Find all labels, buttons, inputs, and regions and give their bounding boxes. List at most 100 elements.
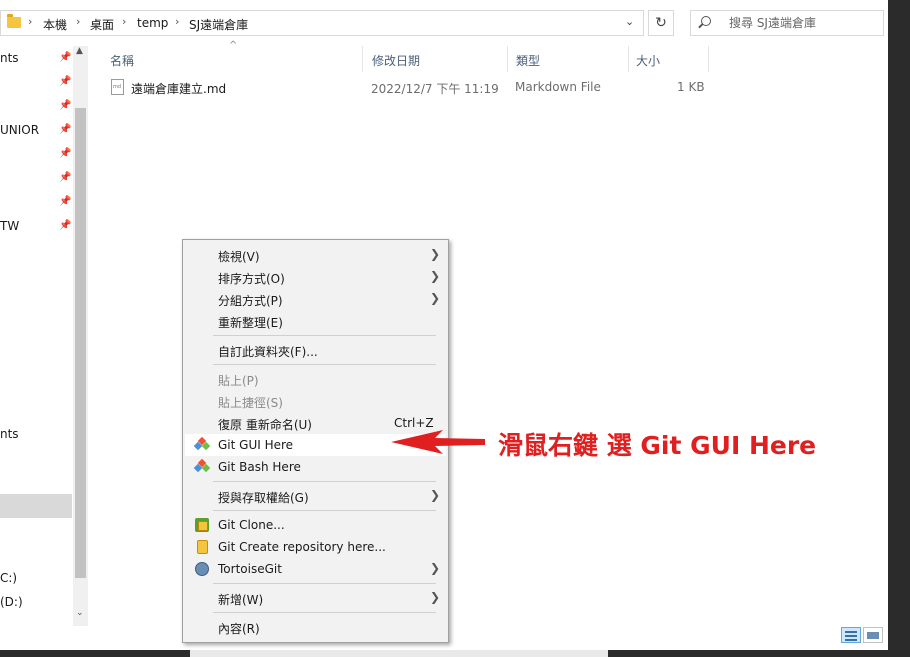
column-header-size[interactable]: 大小 (636, 46, 660, 72)
chevron-right-icon: ❯ (430, 561, 441, 575)
file-size: 1 KB (677, 80, 705, 94)
markdown-file-icon (111, 79, 124, 95)
chevron-right-icon[interactable]: › (122, 15, 126, 28)
menu-item-label: 分組方式(P) (218, 294, 283, 308)
menu-item-git-clone[interactable]: Git Clone... (185, 514, 446, 536)
menu-item-refresh[interactable]: 重新整理(E) (185, 310, 446, 332)
column-divider[interactable] (708, 46, 709, 72)
breadcrumb-temp[interactable]: temp (137, 16, 168, 30)
git-bash-icon (193, 458, 211, 474)
pin-icon: 📌 (59, 124, 72, 135)
menu-item-label: 排序方式(O) (218, 272, 285, 286)
file-name: 遠端倉庫建立.md (131, 82, 227, 96)
menu-item-label: 內容(R) (218, 622, 260, 636)
pin-icon: 📌 (59, 100, 72, 111)
git-create-repo-icon (197, 540, 208, 554)
breadcrumb-this-pc[interactable]: 本機 (43, 16, 67, 33)
annotation-arrow-icon (391, 430, 485, 454)
menu-separator (213, 583, 436, 584)
scroll-up-icon[interactable]: ▲ (76, 46, 83, 56)
menu-item-label: 自訂此資料夾(F)... (218, 345, 318, 359)
pin-icon: 📌 (59, 172, 72, 183)
nav-item-drive-c[interactable]: C:) (0, 571, 17, 585)
pin-icon: 📌 (59, 148, 72, 159)
nav-item-selected[interactable] (0, 494, 72, 518)
breadcrumb-desktop[interactable]: 桌面 (90, 16, 114, 33)
sort-ascending-icon: ^ (229, 40, 238, 51)
menu-item-git-create-repository[interactable]: Git Create repository here... (185, 536, 446, 558)
large-icons-view-button[interactable] (863, 627, 883, 643)
menu-separator (213, 481, 436, 482)
menu-item-paste-shortcut[interactable]: 貼上捷徑(S) (185, 390, 446, 412)
menu-item-paste[interactable]: 貼上(P) (185, 368, 446, 390)
menu-item-view[interactable]: 檢視(V) ❯ (185, 244, 446, 266)
pin-icon: 📌 (59, 220, 72, 231)
window-edge (190, 650, 608, 657)
menu-item-customize-folder[interactable]: 自訂此資料夾(F)... (185, 339, 446, 361)
column-header-type[interactable]: 類型 (516, 46, 540, 72)
pin-icon: 📌 (59, 76, 72, 87)
nav-item[interactable]: nts (0, 51, 19, 65)
file-type: Markdown File (515, 80, 601, 94)
pin-icon: 📌 (59, 196, 72, 207)
breadcrumb-current-folder[interactable]: SJ遠端倉庫 (189, 16, 248, 33)
file-row[interactable]: 遠端倉庫建立.md 2022/12/7 下午 11:19 Markdown Fi… (100, 76, 710, 98)
details-view-button[interactable] (841, 627, 861, 643)
folder-icon (7, 14, 21, 28)
address-bar[interactable]: › 本機 › 桌面 › temp › SJ遠端倉庫 ⌄ (0, 10, 644, 36)
chevron-down-icon[interactable]: ⌄ (625, 15, 634, 28)
nav-item[interactable]: UNIOR (0, 123, 39, 137)
scroll-down-icon[interactable]: ⌄ (76, 608, 84, 618)
chevron-right-icon[interactable]: › (76, 15, 80, 28)
annotation-text: 滑鼠右鍵 選 Git GUI Here (498, 431, 817, 460)
menu-separator (213, 612, 436, 613)
menu-item-label: 復原 重新命名(U) (218, 418, 312, 432)
column-divider[interactable] (507, 46, 508, 72)
navigation-pane: nts 📌 📌 📌 UNIOR 📌 📌 📌 📌 TW 📌 nts C:) (D:… (0, 46, 90, 626)
menu-separator (213, 364, 436, 365)
address-row: › 本機 › 桌面 › temp › SJ遠端倉庫 ⌄ ↻ (0, 0, 888, 46)
refresh-button[interactable]: ↻ (648, 10, 674, 36)
search-icon (701, 16, 711, 26)
chevron-right-icon[interactable]: › (175, 15, 179, 28)
menu-item-label: 授與存取權給(G) (218, 491, 309, 505)
git-clone-icon (195, 518, 209, 532)
menu-item-label: 重新整理(E) (218, 316, 283, 330)
file-modified: 2022/12/7 下午 11:19 (371, 82, 499, 96)
menu-item-tortoisegit[interactable]: TortoiseGit ❯ (185, 558, 446, 580)
menu-item-label: Git Clone... (218, 518, 285, 532)
chevron-right-icon: ❯ (430, 269, 441, 283)
desktop-background-strip (888, 0, 910, 657)
refresh-icon: ↻ (655, 15, 667, 31)
menu-item-label: Git Create repository here... (218, 540, 386, 554)
column-header-name[interactable]: 名稱 (110, 46, 134, 72)
menu-item-grant-access[interactable]: 授與存取權給(G) ❯ (185, 485, 446, 507)
column-divider[interactable] (628, 46, 629, 72)
menu-item-label: TortoiseGit (218, 562, 282, 576)
search-input[interactable] (729, 16, 879, 30)
menu-item-sort[interactable]: 排序方式(O) ❯ (185, 266, 446, 288)
chevron-right-icon[interactable]: › (28, 15, 32, 28)
menu-item-label: Git GUI Here (218, 438, 294, 452)
menu-item-new[interactable]: 新增(W) ❯ (185, 587, 446, 609)
menu-item-label: 貼上捷徑(S) (218, 396, 283, 410)
menu-item-group[interactable]: 分組方式(P) ❯ (185, 288, 446, 310)
menu-separator (213, 335, 436, 336)
nav-item[interactable]: TW (0, 219, 19, 233)
search-box[interactable] (690, 10, 884, 36)
menu-item-label: 新增(W) (218, 593, 264, 607)
nav-item-drive-d[interactable]: (D:) (0, 595, 23, 609)
menu-separator (213, 510, 436, 511)
menu-item-label: 檢視(V) (218, 250, 260, 264)
scrollbar-thumb[interactable] (75, 108, 86, 578)
git-gui-icon (193, 436, 211, 452)
tortoisegit-icon (195, 562, 209, 576)
column-header-modified[interactable]: 修改日期 (372, 46, 420, 72)
chevron-right-icon: ❯ (430, 488, 441, 502)
column-divider[interactable] (362, 46, 363, 72)
nav-item[interactable]: nts (0, 427, 19, 441)
pin-icon: 📌 (59, 52, 72, 63)
chevron-right-icon: ❯ (430, 247, 441, 261)
menu-item-properties[interactable]: 內容(R) (185, 616, 446, 638)
nav-scrollbar[interactable]: ▲ ⌄ (73, 46, 88, 626)
